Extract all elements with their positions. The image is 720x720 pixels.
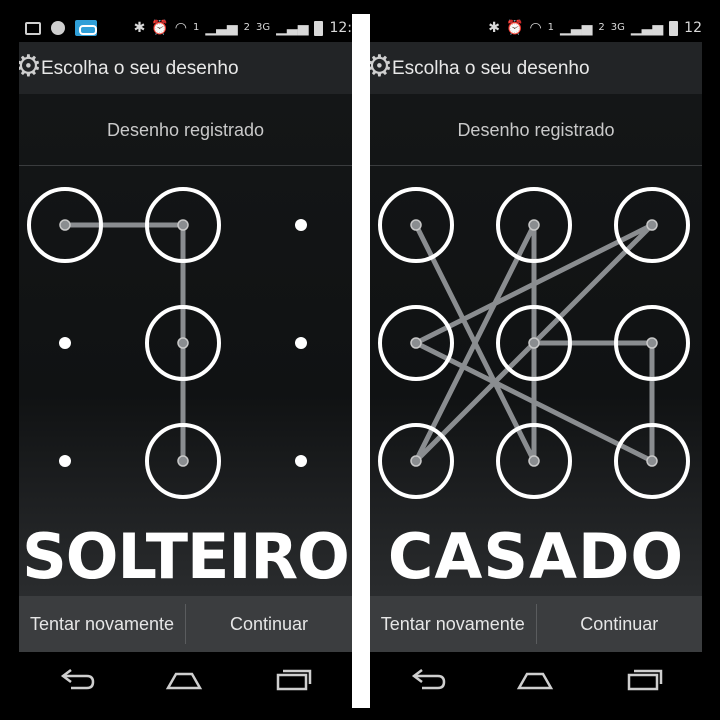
signal-icon: ▁▃▅ <box>630 20 664 36</box>
caption-text: CASADO <box>387 520 685 593</box>
clock: 12: <box>329 20 352 36</box>
sim1-label: 1 <box>192 22 200 33</box>
notification-icons <box>25 19 97 37</box>
pattern-node-center <box>528 337 540 349</box>
action-bar: ⚙ Escolha o seu desenho <box>19 42 352 94</box>
sim2-label: 2 <box>598 22 605 33</box>
alarm-icon: ⏰ <box>151 20 169 36</box>
network-type: 3G <box>610 22 625 33</box>
settings-gear-icon: ⚙ <box>370 50 393 83</box>
pattern-node-center <box>646 337 658 349</box>
continue-button[interactable]: Continuar <box>186 596 352 652</box>
navigation-bar <box>370 652 702 708</box>
bluetooth-icon: ✱ <box>133 20 146 36</box>
back-icon[interactable] <box>408 666 448 692</box>
pattern-grid[interactable] <box>19 166 352 526</box>
pattern-node-center <box>177 455 189 467</box>
pattern-node-center <box>528 455 540 467</box>
image-notification-icon <box>25 21 41 35</box>
panel-solteiro: ✱ ⏰ ◠ 1 ▁▃▅ 2 3G ▁▃▅ 12: ⚙ Escolha o seu… <box>19 14 352 708</box>
pattern-node-center <box>410 219 422 231</box>
network-type: 3G <box>256 22 271 33</box>
signal-icon: ▁▃▅ <box>560 20 593 36</box>
back-icon[interactable] <box>57 666 97 692</box>
home-icon[interactable] <box>515 666 555 692</box>
action-bar: ⚙ Escolha o seu desenho <box>370 42 702 94</box>
battery-icon <box>314 20 324 36</box>
pattern-dot <box>295 455 307 467</box>
recent-apps-icon[interactable] <box>274 666 314 692</box>
pattern-dot <box>59 337 71 349</box>
settings-gear-icon: ⚙ <box>19 50 42 83</box>
pattern-node-center <box>528 219 540 231</box>
alarm-icon: ⏰ <box>506 20 524 36</box>
pattern-status-header: Desenho registrado <box>370 94 702 166</box>
panel-casado: ✱ ⏰ ◠ 1 ▁▃▅ 2 3G ▁▃▅ 12 ⚙ Escolha o seu … <box>370 14 702 708</box>
pattern-dot <box>295 219 307 231</box>
clock: 12 <box>684 20 702 36</box>
navigation-bar <box>19 652 352 708</box>
pattern-dot <box>295 337 307 349</box>
panel-separator <box>352 14 370 708</box>
screen-title: Escolha o seu desenho <box>392 58 590 79</box>
caption-text: SOLTEIRO <box>22 520 350 593</box>
button-bar: Tentar novamente Continuar <box>370 596 702 652</box>
signal-icon: ▁▃▅ <box>205 20 238 36</box>
button-bar: Tentar novamente Continuar <box>19 596 352 652</box>
recent-apps-icon[interactable] <box>625 666 665 692</box>
pattern-node-center <box>410 455 422 467</box>
battery-icon <box>669 20 679 36</box>
pattern-node-center <box>410 337 422 349</box>
pattern-node-center <box>646 455 658 467</box>
home-icon[interactable] <box>164 666 204 692</box>
pattern-grid[interactable] <box>370 166 702 526</box>
pattern-node-center <box>177 337 189 349</box>
bluetooth-icon: ✱ <box>488 20 501 36</box>
sim2-label: 2 <box>243 22 251 33</box>
system-icons: ✱ ⏰ ◠ 1 ▁▃▅ 2 3G ▁▃▅ 12 <box>488 14 702 42</box>
system-icons: ✱ ⏰ ◠ 1 ▁▃▅ 2 3G ▁▃▅ 12: <box>134 14 352 42</box>
pattern-status-header: Desenho registrado <box>19 94 352 166</box>
status-bar: ✱ ⏰ ◠ 1 ▁▃▅ 2 3G ▁▃▅ 12 <box>370 14 702 42</box>
wifi-icon: ◠ <box>529 20 542 36</box>
pattern-node-center <box>59 219 71 231</box>
voicemail-icon <box>75 20 97 36</box>
continue-button[interactable]: Continuar <box>537 596 703 652</box>
pattern-node-center <box>646 219 658 231</box>
motorola-icon <box>51 21 65 35</box>
signal-icon: ▁▃▅ <box>276 20 309 36</box>
pattern-grid-svg[interactable] <box>19 166 352 526</box>
status-bar: ✱ ⏰ ◠ 1 ▁▃▅ 2 3G ▁▃▅ 12: <box>19 14 352 42</box>
screen-title: Escolha o seu desenho <box>41 58 239 79</box>
wifi-icon: ◠ <box>174 20 187 36</box>
pattern-dot <box>59 455 71 467</box>
retry-button[interactable]: Tentar novamente <box>370 596 536 652</box>
pattern-node-center <box>177 219 189 231</box>
retry-button[interactable]: Tentar novamente <box>19 596 185 652</box>
sim1-label: 1 <box>547 22 555 33</box>
pattern-grid-svg[interactable] <box>370 166 702 526</box>
